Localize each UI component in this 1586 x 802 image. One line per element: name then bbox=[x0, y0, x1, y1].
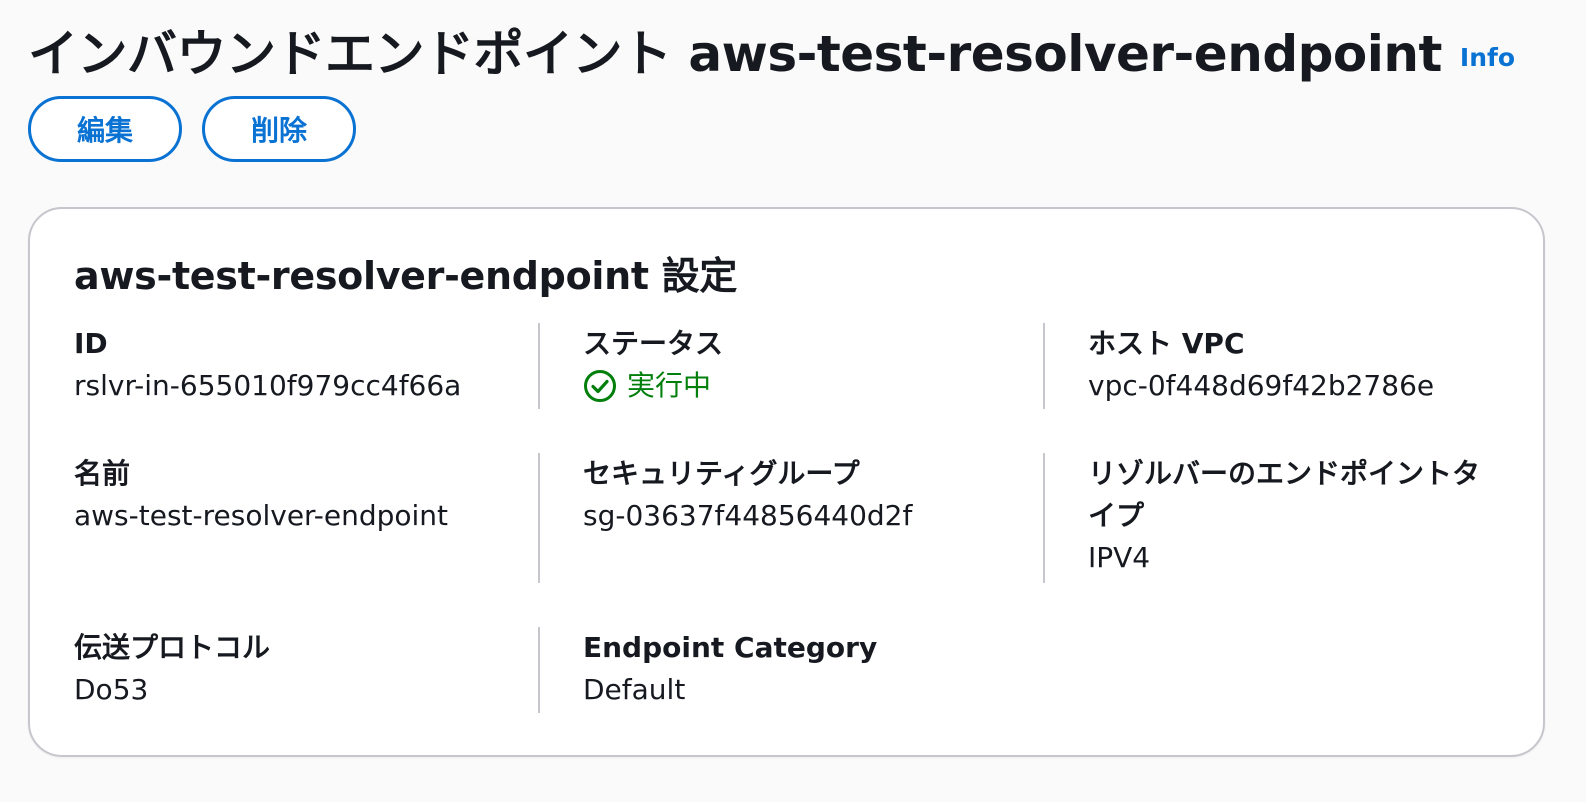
field-endpoint-type: リゾルバーのエンドポイントタイプ IPV4 bbox=[1043, 453, 1504, 583]
status-indicator: 実行中 bbox=[583, 365, 1023, 407]
field-id: ID rslvr-in-655010f979cc4f66a bbox=[74, 323, 538, 409]
settings-card: aws-test-resolver-endpoint 設定 ID rslvr-i… bbox=[28, 207, 1545, 757]
edit-button[interactable]: 編集 bbox=[28, 96, 182, 162]
field-label: Endpoint Category bbox=[583, 631, 878, 664]
field-protocol: 伝送プロトコル Do53 bbox=[74, 627, 538, 713]
field-endpoint-category: Endpoint Category Default bbox=[538, 627, 1043, 713]
delete-button[interactable]: 削除 bbox=[202, 96, 356, 162]
field-value: Do53 bbox=[74, 673, 149, 706]
info-link[interactable]: Info bbox=[1460, 43, 1515, 72]
field-status: ステータス 実行中 bbox=[538, 323, 1043, 409]
field-value: vpc-0f448d69f42b2786e bbox=[1088, 369, 1435, 402]
field-label: ID bbox=[74, 327, 108, 360]
settings-grid: ID rslvr-in-655010f979cc4f66a ステータス 実行中 … bbox=[74, 323, 1504, 713]
field-value: rslvr-in-655010f979cc4f66a bbox=[74, 369, 462, 402]
field-label: ステータス bbox=[583, 327, 724, 360]
action-buttons: 編集 削除 bbox=[28, 96, 1558, 162]
field-host-vpc: ホスト VPC vpc-0f448d69f42b2786e bbox=[1043, 323, 1504, 409]
status-success-icon bbox=[583, 369, 617, 403]
field-label: セキュリティグループ bbox=[583, 457, 860, 490]
page-title: インバウンドエンドポイント aws-test-resolver-endpoint bbox=[28, 25, 1442, 83]
field-label: 伝送プロトコル bbox=[74, 631, 271, 664]
field-label: ホスト VPC bbox=[1088, 327, 1245, 360]
field-value: sg-03637f44856440d2f bbox=[583, 499, 913, 532]
field-value: Default bbox=[583, 673, 686, 706]
page-header: インバウンドエンドポイント aws-test-resolver-endpoint… bbox=[28, 0, 1558, 96]
field-name: 名前 aws-test-resolver-endpoint bbox=[74, 453, 538, 583]
field-security-group: セキュリティグループ sg-03637f44856440d2f bbox=[538, 453, 1043, 583]
field-value: aws-test-resolver-endpoint bbox=[74, 499, 449, 532]
field-label: 名前 bbox=[74, 457, 131, 490]
page: インバウンドエンドポイント aws-test-resolver-endpoint… bbox=[28, 0, 1558, 757]
field-label: リゾルバーのエンドポイントタイプ bbox=[1088, 457, 1481, 532]
empty-cell bbox=[1043, 627, 1504, 713]
status-text: 実行中 bbox=[627, 369, 712, 402]
field-value: IPV4 bbox=[1088, 541, 1151, 574]
settings-card-title: aws-test-resolver-endpoint 設定 bbox=[74, 254, 738, 298]
